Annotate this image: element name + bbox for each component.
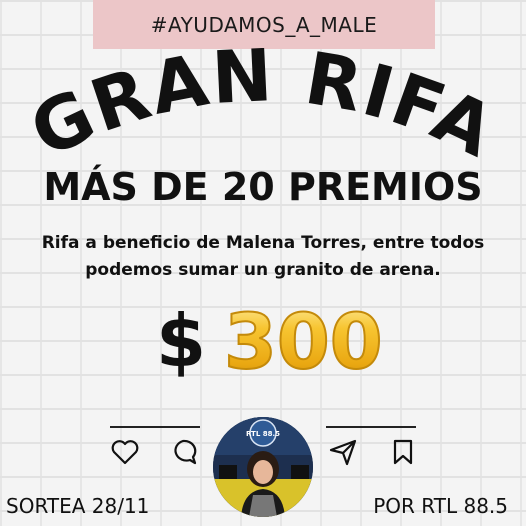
bookmark-icon[interactable] [388,437,418,467]
description-line-1: Rifa a beneficio de Malena Torres, entre… [41,233,485,253]
hashtag-banner: #AYUDAMOS_A_MALE [93,0,435,49]
send-icon[interactable] [328,437,358,467]
avatar-photo: RTL 88.5 [213,417,313,517]
currency-symbol: $ [156,299,206,382]
comment-icon[interactable] [168,437,198,467]
svg-text:GRAN RIFA: GRAN RIFA [18,48,508,168]
main-title: GRAN RIFA [18,48,508,168]
footer-draw-date: SORTEA 28/11 [6,494,150,518]
price-amount: 300 [224,297,383,382]
price: $ 300 [150,296,390,387]
avatar: RTL 88.5 [213,417,313,517]
footer-organizer: POR RTL 88.5 [373,494,508,518]
divider-left [110,426,200,428]
subtitle: MÁS DE 20 PREMIOS [43,165,483,209]
description: Rifa a beneficio de Malena Torres, entre… [20,230,506,284]
description-line-2: podemos sumar un granito de arena. [85,260,441,280]
main-title-text: GRAN RIFA [18,48,506,168]
avatar-badge: RTL 88.5 [246,430,280,438]
divider-right [326,426,416,428]
heart-icon[interactable] [110,437,140,467]
raffle-poster: #AYUDAMOS_A_MALE GRAN RIFA MÁS DE 20 PRE… [0,0,526,526]
